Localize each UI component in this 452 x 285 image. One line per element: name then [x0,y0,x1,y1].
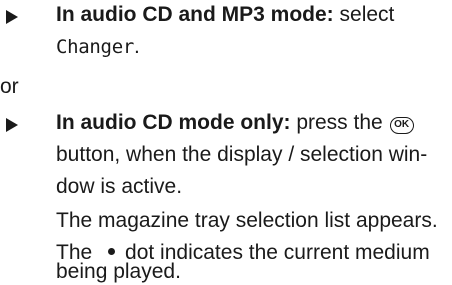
result-line-3: being played. [56,260,181,283]
step-arrow-icon [6,10,18,24]
step-changer-line-1: In audio CD and MP3 mode: select [56,0,394,30]
ok-button-icon: OK [389,116,414,134]
step-arrow-icon [6,118,18,132]
step-ok-condition: In audio CD mode only: [56,111,291,134]
step-changer-text: select [333,3,395,26]
result-line-1: The magazine tray selection list appears… [56,209,438,232]
step-ok-line-3: dow is active. [56,175,183,198]
step-ok-line-1: In audio CD mode only: press the OK [56,108,415,138]
instruction-page: In audio CD and MP3 mode: select Changer… [0,0,452,285]
or-separator: or [0,75,19,98]
step-changer-end: . [133,35,140,58]
changer-menu-item: Changer [56,36,134,58]
step-changer-line-2: Changer. [56,32,140,62]
step-changer-condition: In audio CD and MP3 mode: [56,3,334,26]
current-medium-dot-icon [108,248,116,255]
step-ok-text: press the [290,111,389,134]
step-ok-line-2: button, when the display / selection win… [56,143,428,166]
